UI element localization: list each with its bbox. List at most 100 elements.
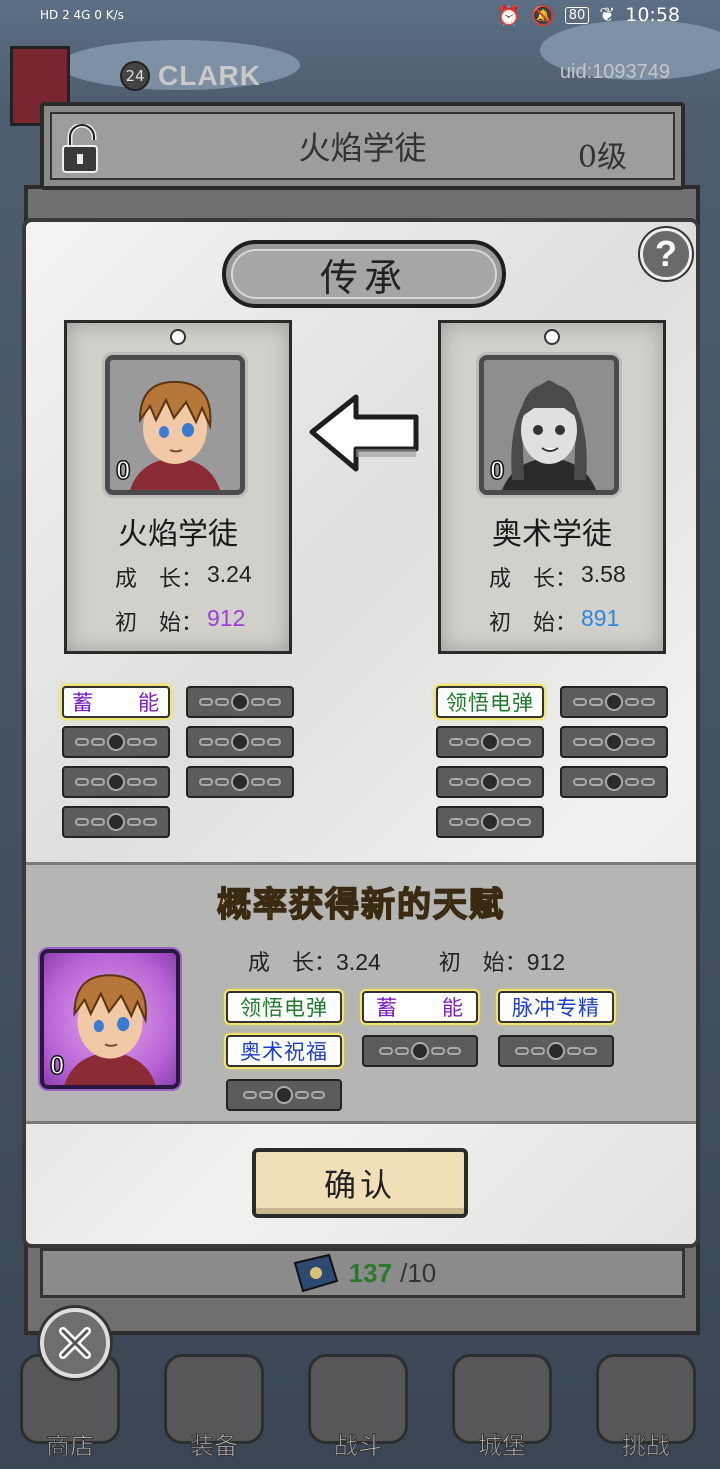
talent-label: 蓄 能	[376, 996, 464, 1020]
close-button[interactable]	[40, 1308, 110, 1378]
hero-level-badge: 0	[489, 454, 505, 486]
talent-label: 奥术祝福	[240, 1040, 328, 1064]
source-hero-card-right[interactable]: 0 奥术学徒 成 长： 3.58 初 始： 891	[438, 320, 666, 654]
talent-slot-locked	[560, 686, 668, 718]
chain-lock-icon	[64, 768, 168, 796]
talent-label: 领悟电弹	[446, 691, 534, 715]
nav-castle[interactable]: 城堡	[432, 1340, 572, 1469]
result-talent-slot[interactable]: 奥术祝福	[226, 1035, 342, 1067]
initial-stat: 初 始： 891	[489, 605, 619, 637]
chain-lock-icon	[64, 728, 168, 756]
chain-lock-icon	[64, 808, 168, 836]
talent-slot-locked	[186, 686, 294, 718]
initial-stat: 初 始： 912	[115, 605, 245, 637]
chain-lock-icon	[188, 688, 292, 716]
player-level-badge: 24	[120, 61, 150, 91]
battery-indicator: 80	[564, 6, 590, 24]
arrow-left-icon	[309, 394, 419, 472]
book-count: 137	[348, 1257, 393, 1288]
result-hero-portrait: 0	[40, 949, 180, 1089]
talent-slot-locked	[186, 726, 294, 758]
result-talent-slot[interactable]: 脉冲专精	[498, 991, 614, 1023]
nav-label: 商店	[46, 1432, 95, 1461]
network-status: HD 2 4G 0 K/s	[40, 8, 124, 22]
talent-slot-locked	[436, 726, 544, 758]
dialog-title: 传承	[319, 255, 408, 300]
book-max: /10	[400, 1257, 437, 1288]
talent-slot-locked	[226, 1079, 342, 1111]
mute-icon: 🔕	[531, 4, 555, 27]
hero-title-panel: 火焰学徒 0级	[40, 102, 685, 190]
growth-stat: 成 长： 3.24	[115, 561, 252, 593]
result-talent-slot[interactable]: 蓄 能	[362, 991, 478, 1023]
nav-label: 挑战	[622, 1432, 671, 1461]
growth-value: 3.24	[207, 561, 252, 587]
talent-slot-locked	[498, 1035, 614, 1067]
initial-label: 初 始：	[489, 611, 578, 636]
close-icon	[59, 1327, 91, 1359]
result-talent-slot[interactable]: 领悟电弹	[226, 991, 342, 1023]
talent-slot-locked	[186, 766, 294, 798]
player-name: CLARK	[158, 60, 261, 91]
inherit-dialog: ? 传承 0 火焰学徒 成 长： 3.24 初 始： 912 0 奥术学徒 成 …	[22, 218, 700, 1248]
player-uid: uid:1093749	[559, 61, 670, 83]
hero-level-badge: 0	[115, 454, 131, 486]
growth-value: 3.24	[336, 949, 381, 975]
confirm-button[interactable]: 确认	[252, 1148, 468, 1218]
hero-portrait-fire-apprentice: 0	[105, 355, 245, 495]
talent-label: 领悟电弹	[240, 996, 328, 1020]
talent-slot-locked	[62, 766, 170, 798]
hero-name: 奥术学徒	[492, 517, 612, 552]
initial-value: 912	[526, 949, 566, 975]
chain-lock-icon	[228, 1081, 340, 1109]
initial-value: 891	[581, 605, 620, 631]
chain-lock-icon	[438, 808, 542, 836]
result-title: 概率获得新的天赋	[216, 884, 505, 926]
talent-label: 蓄 能	[72, 691, 160, 715]
confirm-label: 确认	[323, 1166, 396, 1204]
nav-challenge[interactable]: 挑战	[576, 1340, 716, 1469]
unlock-icon	[62, 124, 98, 173]
initial-value: 912	[207, 605, 246, 631]
inherit-result-panel: 概率获得新的天赋 0 成 长：3.24 初 始：912 领悟电弹 蓄 能 脉冲专…	[26, 862, 696, 1124]
hero-level-badge: 0	[49, 1049, 65, 1081]
result-stats: 成 长：3.24 初 始：912	[248, 945, 565, 977]
growth-label: 成 长：	[248, 951, 337, 976]
talent-slot-locked	[436, 766, 544, 798]
dialog-header: 传承	[222, 240, 506, 308]
inherit-book-counter: 137 /10	[40, 1248, 685, 1298]
talent-slot-locked	[62, 726, 170, 758]
talent-slot-filled[interactable]: 蓄 能	[62, 686, 170, 718]
talent-slot-filled[interactable]: 领悟电弹	[436, 686, 544, 718]
growth-stat: 成 长： 3.58	[489, 561, 626, 593]
nav-label: 城堡	[478, 1432, 527, 1461]
chain-lock-icon	[438, 728, 542, 756]
bottom-navigation: 商店 装备 战斗 城堡 挑战	[0, 1340, 720, 1469]
nav-label: 战斗	[334, 1432, 383, 1461]
card-hole	[170, 329, 186, 345]
player-bar: 24 CLARK uid:1093749	[0, 46, 720, 126]
talent-slot-locked	[560, 766, 668, 798]
clock: 10:58	[625, 4, 680, 26]
hero-portrait-arcane-apprentice: 0	[479, 355, 619, 495]
growth-label: 成 长：	[489, 567, 578, 592]
nav-equipment[interactable]: 装备	[144, 1340, 284, 1469]
nav-battle[interactable]: 战斗	[288, 1340, 428, 1469]
talent-slot-locked	[560, 726, 668, 758]
hero-name: 火焰学徒	[118, 517, 238, 552]
status-bar: HD 2 4G 0 K/s ⏰ 🔕 80 ❦ 10:58	[0, 0, 720, 30]
nav-label: 装备	[190, 1432, 239, 1461]
growth-value: 3.58	[581, 561, 626, 587]
leaf-icon: ❦	[599, 4, 616, 26]
skill-book-icon	[293, 1253, 338, 1293]
hero-level-title: 0级	[577, 140, 627, 175]
talent-label: 脉冲专精	[512, 996, 600, 1020]
chain-lock-icon	[188, 768, 292, 796]
chain-lock-icon	[562, 768, 666, 796]
chain-lock-icon	[500, 1037, 612, 1065]
talent-slot-locked	[62, 806, 170, 838]
source-hero-card-left[interactable]: 0 火焰学徒 成 长： 3.24 初 始： 912	[64, 320, 292, 654]
help-button[interactable]: ?	[640, 228, 692, 280]
talent-slot-locked	[362, 1035, 478, 1067]
alarm-icon: ⏰	[497, 4, 522, 27]
